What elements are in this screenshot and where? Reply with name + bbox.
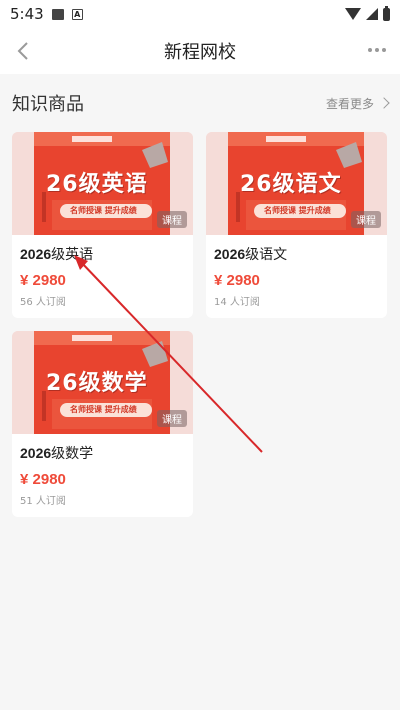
poster-slogan: 名师授课 提升成绩 bbox=[70, 206, 137, 215]
section-title: 知识商品 bbox=[12, 94, 84, 115]
course-badge: 课程 bbox=[157, 410, 187, 427]
product-title: 2026级数学 bbox=[20, 445, 94, 461]
section-header: 知识商品 查看更多 bbox=[12, 88, 390, 118]
product-poster: 26级英语 名师授课 提升成绩 课程 bbox=[12, 132, 193, 235]
poster-slogan: 名师授课 提升成绩 bbox=[264, 206, 331, 215]
app-header: 新程网校 bbox=[0, 28, 400, 74]
page-title: 新程网校 bbox=[164, 42, 236, 63]
status-bar: 5:43 A bbox=[0, 0, 400, 28]
product-price: ¥ 2980 bbox=[20, 471, 66, 488]
product-card-math[interactable]: 26级数学 名师授课 提升成绩 课程 2026级数学 ¥ 2980 51 人订阅 bbox=[12, 331, 193, 517]
view-more-link[interactable]: 查看更多 bbox=[325, 95, 390, 112]
chevron-right-icon bbox=[378, 97, 390, 109]
course-badge: 课程 bbox=[157, 211, 187, 228]
poster-slogan: 名师授课 提升成绩 bbox=[70, 405, 137, 414]
gallery-notification-icon bbox=[51, 8, 64, 20]
subscriber-count: 14 人订阅 bbox=[214, 297, 260, 308]
product-title: 2026级英语 bbox=[20, 246, 94, 262]
product-poster: 26级数学 名师授课 提升成绩 课程 bbox=[12, 331, 193, 434]
product-card-english[interactable]: 26级英语 名师授课 提升成绩 课程 2026级英语 ¥ 2980 56 人订阅 bbox=[12, 132, 193, 318]
app-notification-icon: A bbox=[71, 8, 83, 20]
product-price: ¥ 2980 bbox=[214, 272, 260, 289]
poster-title: 26级数学 bbox=[46, 371, 148, 396]
battery-icon bbox=[383, 5, 390, 21]
product-card-chinese[interactable]: 26级语文 名师授课 提升成绩 课程 2026级语文 ¥ 2980 14 人订阅 bbox=[206, 132, 387, 318]
wifi-icon bbox=[345, 8, 361, 20]
poster-title: 26级语文 bbox=[240, 172, 342, 197]
product-title: 2026级语文 bbox=[214, 246, 288, 262]
course-badge: 课程 bbox=[351, 211, 381, 228]
chevron-left-icon[interactable] bbox=[14, 41, 34, 61]
product-poster: 26级语文 名师授课 提升成绩 课程 bbox=[206, 132, 387, 235]
subscriber-count: 51 人订阅 bbox=[20, 496, 66, 507]
poster-title: 26级英语 bbox=[46, 172, 148, 197]
product-price: ¥ 2980 bbox=[20, 272, 66, 289]
more-dots-icon[interactable] bbox=[368, 48, 386, 52]
status-time: 5:43 bbox=[10, 5, 44, 23]
signal-icon bbox=[366, 8, 378, 20]
view-more-label: 查看更多 bbox=[325, 96, 374, 111]
subscriber-count: 56 人订阅 bbox=[20, 297, 66, 308]
